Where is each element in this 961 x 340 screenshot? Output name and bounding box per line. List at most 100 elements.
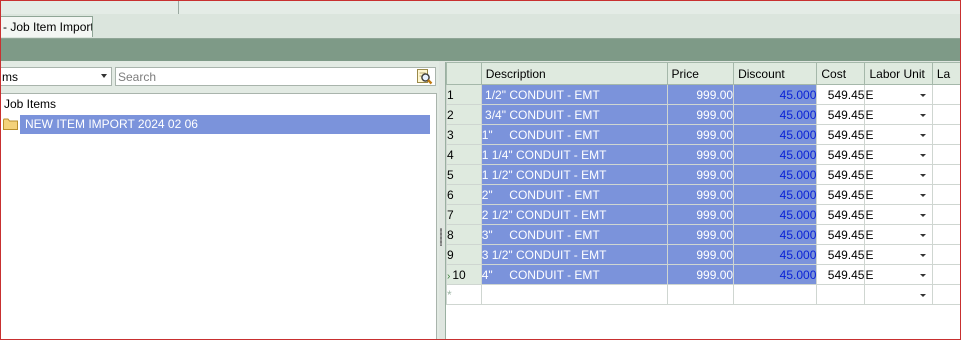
cell-la[interactable] [931,244,961,265]
cell-labor-unit[interactable]: E [864,104,933,125]
new-row[interactable]: * [446,284,961,305]
cell-description[interactable]: 1/2" CONDUIT - EMT [480,84,668,105]
cell-price[interactable]: 999.00 [666,144,735,165]
cell-labor-unit[interactable]: E [864,84,933,105]
cell-la[interactable] [931,224,961,245]
cell-price[interactable]: 999.00 [666,184,735,205]
cell-la[interactable] [931,84,961,105]
table-row[interactable]: 1 1/2" CONDUIT - EMT 999.00 45.000 549.45 E [446,84,961,105]
cell-description[interactable]: 3/4" CONDUIT - EMT [480,104,668,125]
job-items-tree[interactable]: Job Items NEW ITEM IMPORT 2024 02 06 [0,93,437,340]
cell-price[interactable]: 999.00 [666,84,735,105]
cell-la[interactable] [931,284,961,305]
chevron-down-icon[interactable] [101,74,107,78]
cell-discount[interactable]: 45.000 [733,204,818,225]
chevron-down-icon[interactable] [919,214,926,217]
item-type-combo[interactable]: ms [0,67,112,86]
chevron-down-icon[interactable] [919,174,926,177]
chevron-down-icon[interactable] [919,194,926,197]
cell-discount[interactable]: 45.000 [733,224,818,245]
cell-discount[interactable]: 45.000 [733,124,818,145]
col-header-labor-unit[interactable]: Labor Unit [864,62,933,85]
cell-description[interactable]: 4" CONDUIT - EMT [480,264,668,285]
table-row[interactable]: 41 1/4" CONDUIT - EMT 999.00 45.000 549.45 E [446,144,961,165]
chevron-down-icon[interactable] [919,234,926,237]
cell-la[interactable] [931,264,961,285]
corner-cell[interactable] [446,62,482,85]
cell-labor-unit[interactable]: E [864,144,933,165]
cell-la[interactable] [931,184,961,205]
col-header-discount[interactable]: Discount [733,62,818,85]
magnifier-doc-icon[interactable] [416,68,433,85]
chevron-down-icon[interactable] [919,274,926,277]
cell-labor-unit[interactable]: E [864,124,933,145]
cell-cost[interactable]: 549.45 [816,264,866,285]
cell-cost[interactable]: 549.45 [816,104,866,125]
cell-cost[interactable]: 549.45 [816,124,866,145]
cell-discount[interactable]: 45.000 [733,84,818,105]
splitter-grip[interactable] [440,228,442,246]
tab-job-item-import[interactable]: - Job Item Import [0,16,93,37]
cell-la[interactable] [931,204,961,225]
table-row[interactable]: 3 1" CONDUIT - EMT 999.00 45.000 549.45 E [446,124,961,145]
search-box[interactable] [115,67,436,86]
cell-labor-unit[interactable]: E [864,164,933,185]
cell-description[interactable]: 2 1/2" CONDUIT - EMT [480,204,668,225]
search-input[interactable] [118,69,408,84]
cell-cost[interactable]: 549.45 [816,84,866,105]
cell-cost[interactable]: 549.45 [816,204,866,225]
cell-description[interactable]: 3 1/2" CONDUIT - EMT [480,244,668,265]
cell-description[interactable]: 1 1/4" CONDUIT - EMT [480,144,668,165]
cell-labor-unit[interactable]: E [864,184,933,205]
cell-la[interactable] [931,164,961,185]
cell-discount[interactable]: 45.000 [733,164,818,185]
cell-price[interactable]: 999.00 [666,244,735,265]
cell-description[interactable]: 3" CONDUIT - EMT [480,224,668,245]
table-row[interactable]: 2 3/4" CONDUIT - EMT 999.00 45.000 549.45 E [446,104,961,125]
chevron-down-icon[interactable] [919,294,926,297]
cell-la[interactable] [931,144,961,165]
cell-labor-unit[interactable] [864,284,933,305]
cell-cost[interactable]: 549.45 [816,184,866,205]
table-row[interactable]: 93 1/2" CONDUIT - EMT 999.00 45.000 549.45 E [446,244,961,265]
chevron-down-icon[interactable] [919,254,926,257]
cell-cost[interactable]: 549.45 [816,164,866,185]
cell-price[interactable]: 999.00 [666,164,735,185]
pane-splitter[interactable] [439,61,444,340]
cell-price[interactable]: 999.00 [666,224,735,245]
items-grid[interactable]: Description Price Discount Cost Labor Un… [445,62,961,340]
cell-price[interactable]: 999.00 [666,124,735,145]
chevron-down-icon[interactable] [919,114,926,117]
cell-discount[interactable]: 45.000 [733,264,818,285]
col-header-la[interactable]: La [931,62,961,85]
cell-labor-unit[interactable]: E [864,244,933,265]
cell-cost[interactable]: 549.45 [816,144,866,165]
cell-cost[interactable]: 549.45 [816,224,866,245]
col-header-cost[interactable]: Cost [816,62,866,85]
cell-price[interactable]: 999.00 [666,264,735,285]
cell-discount[interactable]: 45.000 [733,184,818,205]
chevron-down-icon[interactable] [919,154,926,157]
col-header-description[interactable]: Description [480,62,668,85]
cell-la[interactable] [931,124,961,145]
cell-discount[interactable]: 45.000 [733,244,818,265]
table-row[interactable]: › 10 4" CONDUIT - EMT 999.00 45.000 549.45 E [446,264,961,285]
table-row[interactable]: 8 3" CONDUIT - EMT 999.00 45.000 549.45 E [446,224,961,245]
cell-description[interactable] [480,284,668,305]
tree-item-new-import[interactable]: NEW ITEM IMPORT 2024 02 06 [3,115,435,134]
table-row[interactable]: 51 1/2" CONDUIT - EMT 999.00 45.000 549.45 E [446,164,961,185]
cell-cost[interactable]: 549.45 [816,244,866,265]
col-header-price[interactable]: Price [666,62,735,85]
cell-price[interactable]: 999.00 [666,204,735,225]
chevron-down-icon[interactable] [919,134,926,137]
cell-description[interactable]: 1" CONDUIT - EMT [480,124,668,145]
cell-labor-unit[interactable]: E [864,224,933,245]
cell-cost[interactable] [816,284,866,305]
cell-discount[interactable]: 45.000 [733,144,818,165]
cell-description[interactable]: 1 1/2" CONDUIT - EMT [480,164,668,185]
chevron-down-icon[interactable] [919,94,926,97]
cell-discount[interactable]: 45.000 [733,104,818,125]
cell-discount[interactable] [733,284,818,305]
tree-root-job-items[interactable]: Job Items [4,97,56,111]
table-row[interactable]: 72 1/2" CONDUIT - EMT 999.00 45.000 549.45 E [446,204,961,225]
